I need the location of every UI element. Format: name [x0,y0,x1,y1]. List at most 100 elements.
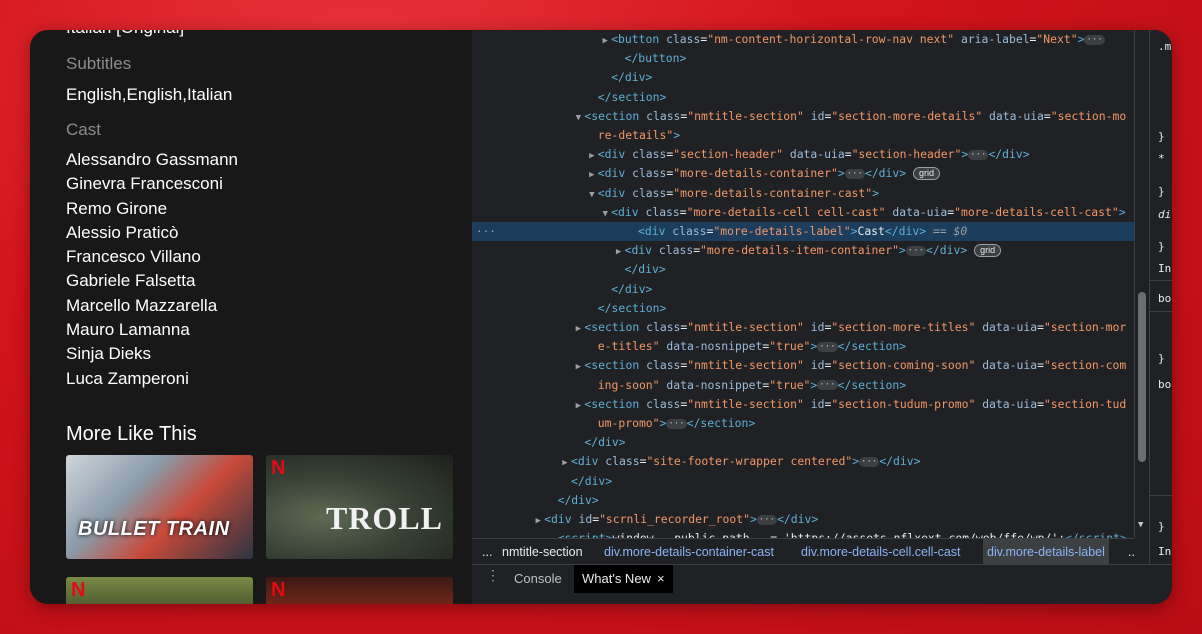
dom-node[interactable]: </div> [472,472,1134,491]
dom-node-content: <script>window.__public_path__ = 'https:… [546,529,1127,538]
cast-member[interactable]: Luca Zamperoni [66,367,238,391]
dom-node-content: ing-soon" data-nosnippet="true"> ··· </sec… [597,377,907,392]
cast-member[interactable]: Mauro Lamanna [66,318,238,342]
cast-member[interactable]: Sinja Dieks [66,342,238,366]
dom-node[interactable]: ▶ <div class="more-details-item-container… [472,241,1134,260]
styles-glyph: } [1158,185,1165,198]
dom-node[interactable]: ▶ <div class="site-footer-wrapper centere… [472,452,1134,471]
devtools-drawer: ⋮ Console What's New × [472,564,1172,604]
dom-node[interactable]: </section> [472,88,1134,107]
dom-node[interactable]: ▼ <section class="nmtitle-section" id="se… [472,107,1134,126]
dom-node[interactable]: ▶ <div id="scrnli_recorder_root"> ··· </div… [472,510,1134,529]
dom-node[interactable]: </section> [472,299,1134,318]
expand-triangle-icon[interactable]: ▶ [572,358,584,377]
cast-member[interactable]: Alessio Praticò [66,221,238,245]
cast-member[interactable]: Marcello Mazzarella [66,294,238,318]
tab-console[interactable]: Console [506,565,570,593]
styles-glyph: Inl [1158,262,1172,275]
dom-node[interactable]: ▶ <div class="section-header" data-uia="s… [472,145,1134,164]
dom-node[interactable]: <script>window.__public_path__ = 'https:… [472,529,1134,538]
close-icon[interactable]: × [657,571,665,586]
dom-node-content: </div> [571,473,613,488]
cast-list: Alessandro Gassmann Ginevra Francesconi … [66,148,238,391]
expand-triangle-icon[interactable]: ▶ [586,147,598,166]
styles-glyph: di [1158,208,1172,221]
dom-node[interactable]: ▼ <div class="more-details-container-cast… [472,184,1134,203]
cast-member[interactable]: Ginevra Francesconi [66,172,238,196]
dom-node-selected[interactable]: ··· <div class="more-details-label">Cast<… [472,222,1134,241]
styles-glyph: } [1158,240,1165,253]
styles-glyph: } [1158,130,1165,143]
title-card-logo: TROLL [325,500,443,536]
dom-node[interactable]: um-promo"> ··· </section> [472,414,1134,433]
dom-node-content: </div> [624,262,666,277]
dom-node[interactable]: </button> [472,49,1134,68]
breadcrumb-overflow[interactable]: ... [482,539,492,565]
dom-node[interactable]: ▶ <section class="nmtitle-section" id="se… [472,318,1134,337]
dom-node-content: </div> [584,435,626,450]
dom-node-content: re-details"> [597,128,681,142]
devtools-panel: ▶ <button class="nm-content-horizontal-ro… [472,30,1172,604]
collapse-triangle-icon[interactable]: ▼ [572,109,584,128]
dom-node-content: ▶ <div class="more-details-container"> ···… [586,164,940,185]
dom-node-content: </button> [624,51,687,66]
dom-node-content: e-titles" data-nosnippet="true"> ··· </sec… [597,339,907,354]
cast-member[interactable]: Gabriele Falsetta [66,269,238,293]
dom-node[interactable]: re-details"> [472,126,1134,145]
expand-triangle-icon[interactable]: ▶ [559,454,571,473]
dom-node-content: ▶ <section class="nmtitle-section" id="se… [572,356,1127,377]
tab-whats-new[interactable]: What's New × [574,565,673,593]
audio-language-value: Italian [Original] [66,30,184,38]
dom-node[interactable]: </div> [472,491,1134,510]
dom-node-content: </section> [597,300,667,315]
dom-node[interactable]: </div> [472,260,1134,279]
screenshot-frame: Italian [Original] Subtitles English,Eng… [30,30,1172,604]
cast-member[interactable]: Francesco Villano [66,245,238,269]
dom-node-content: </div> [611,281,653,296]
breadcrumb-item[interactable]: nmtitle-section [502,539,583,565]
dom-node[interactable]: </div> [472,280,1134,299]
cast-member[interactable]: Alessandro Gassmann [66,148,238,172]
title-card[interactable]: N TROLL [266,455,453,559]
dom-node[interactable]: ▶ <button class="nm-content-horizontal-ro… [472,30,1134,49]
expand-triangle-icon[interactable]: ▶ [572,397,584,416]
more-options-icon[interactable]: ⋮ [486,568,500,582]
styles-glyph: .m [1158,40,1172,53]
dom-node[interactable]: ▶ <div class="more-details-container"> ···… [472,164,1134,183]
scrollbar-thumb[interactable] [1138,292,1146,462]
breadcrumb-item-active[interactable]: div.more-details-label [983,539,1109,565]
dom-node-content: ▶ <div class="more-details-item-container… [613,241,1002,262]
dom-node[interactable]: </div> [472,68,1134,87]
title-card[interactable]: BULLET TRAIN [66,455,253,559]
collapse-triangle-icon[interactable]: ▼ [599,205,611,224]
dom-node[interactable]: e-titles" data-nosnippet="true"> ··· </sec… [472,337,1134,356]
elements-scrollbar[interactable]: ▼ [1134,30,1149,538]
collapse-triangle-icon[interactable]: ▼ [586,186,598,205]
expand-triangle-icon[interactable]: ▶ [586,166,598,185]
elements-tree[interactable]: ▶ <button class="nm-content-horizontal-ro… [472,30,1134,538]
expand-triangle-icon[interactable]: ▶ [532,512,544,531]
scroll-down-arrow-icon[interactable]: ▼ [1138,520,1143,530]
dom-node[interactable]: ing-soon" data-nosnippet="true"> ··· </sec… [472,376,1134,395]
expand-triangle-icon[interactable]: ▶ [599,32,611,51]
dom-node[interactable]: ▶ <section class="nmtitle-section" id="se… [472,356,1134,375]
breadcrumb-overflow[interactable]: ... [1128,539,1134,565]
expand-triangle-icon[interactable]: ▶ [572,320,584,339]
title-card[interactable]: N [266,577,453,604]
dom-node-content: ▶ <div class="section-header" data-uia="s… [586,145,1030,166]
expand-triangle-icon[interactable]: ▶ [613,243,625,262]
netflix-n-icon: N [71,579,86,601]
styles-divider [1150,280,1172,281]
dom-node[interactable]: ▶ <section class="nmtitle-section" id="se… [472,395,1134,414]
cast-member[interactable]: Remo Girone [66,197,238,221]
dom-node-content: </section> [597,89,667,104]
breadcrumb-item[interactable]: div.more-details-cell.cell-cast [801,539,961,565]
dom-node[interactable]: ▼ <div class="more-details-cell cell-cast… [472,203,1134,222]
breadcrumb-item[interactable]: div.more-details-container-cast [604,539,774,565]
title-card[interactable]: N [66,577,253,604]
dom-node[interactable]: </div> [472,433,1134,452]
styles-glyph: Inl [1158,545,1172,558]
dom-node-content: um-promo"> ··· </section> [597,416,756,430]
node-actions-icon[interactable]: ··· [476,222,496,241]
styles-pane[interactable]: .m} *} di} Inl bo} bo} Inl [1149,30,1172,604]
